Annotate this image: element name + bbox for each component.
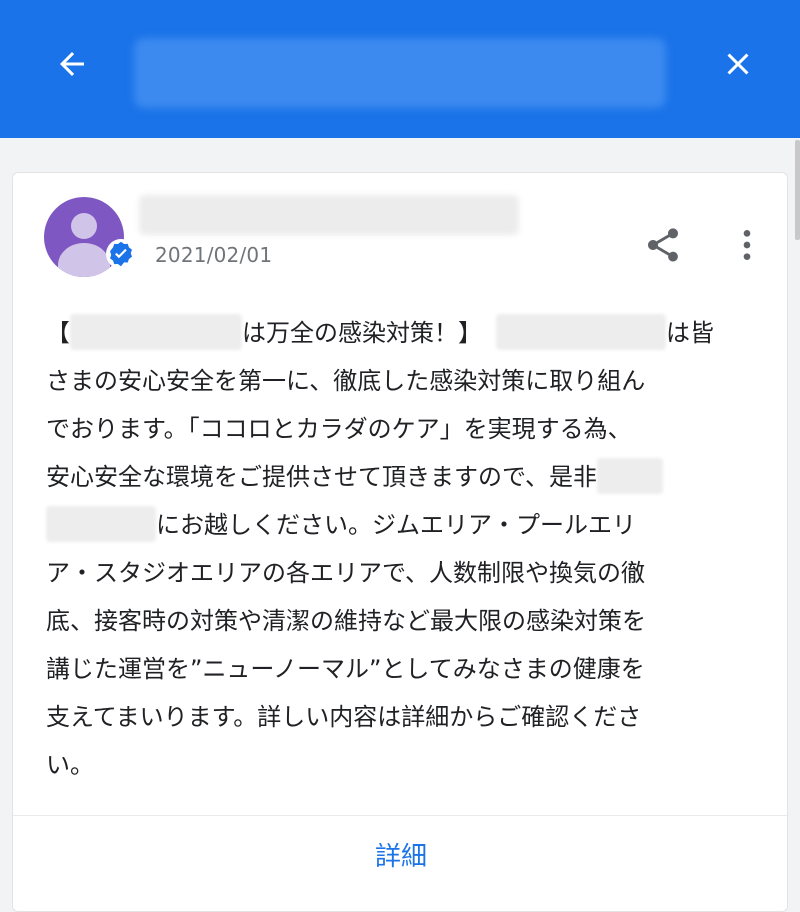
share-icon (648, 228, 678, 262)
redacted-text (70, 314, 242, 350)
post-text: は万全の感染対策！】 (242, 319, 482, 347)
post-line: 支えてまいります。詳しい内容は詳細からご確認くださ (46, 703, 642, 731)
post-body-text: 【は万全の感染対策！】 は皆 さまの安心安全を第一に、徹底した感染対策に取り組ん … (46, 309, 758, 789)
verified-badge-icon (106, 239, 136, 269)
post-line: さまの安心安全を第一に、徹底した感染対策に取り組ん (46, 367, 646, 395)
close-button[interactable] (708, 36, 768, 92)
back-button[interactable] (42, 36, 102, 92)
app-header (0, 0, 800, 138)
post-text: は皆 (666, 319, 714, 347)
post-line: 安心安全な環境をご提供させて頂きますので、是非 (46, 453, 758, 501)
share-button[interactable] (639, 221, 687, 269)
post-line: い。 (46, 751, 94, 779)
post-line: 【 は万全の感染対策！】 は皆 (46, 309, 758, 357)
post-text: にお越しください。ジムエリア・プールエリ (156, 511, 636, 539)
redacted-text (597, 458, 664, 494)
post-date: 2021/02/01 (155, 243, 273, 267)
post-line: でおります。「ココロとカラダのケア」を実現する為、 (46, 415, 632, 443)
arrow-left-icon (60, 52, 84, 76)
post-line: 底、接客時の対策や清潔の維持など最大限の感染対策を (46, 607, 646, 635)
post-line: にお越しください。ジムエリア・プールエリ (46, 501, 758, 549)
redacted-text (46, 506, 156, 542)
post-card: 2021/02/01 【 は万全の感染対策！】 は皆 さまの安心安全を第一に、徹底し… (12, 172, 789, 912)
more-vert-icon (743, 230, 751, 260)
post-line: 講じた運営を”ニューノーマル”としてみなさまの健康を (46, 655, 645, 683)
post-text: 安心安全な環境をご提供させて頂きますので、是非 (46, 463, 598, 491)
post-line: ア・スタジオエリアの各エリアで、人数制限や換気の徹 (46, 559, 646, 587)
post-text: 【 (46, 319, 70, 347)
close-icon (727, 53, 749, 75)
author-name-redacted (139, 195, 519, 235)
redacted-text (496, 314, 666, 350)
scrollbar-thumb[interactable] (795, 140, 800, 240)
header-title-redacted (134, 38, 666, 108)
details-button[interactable]: 詳細 (13, 816, 789, 892)
more-options-button[interactable] (723, 221, 771, 269)
